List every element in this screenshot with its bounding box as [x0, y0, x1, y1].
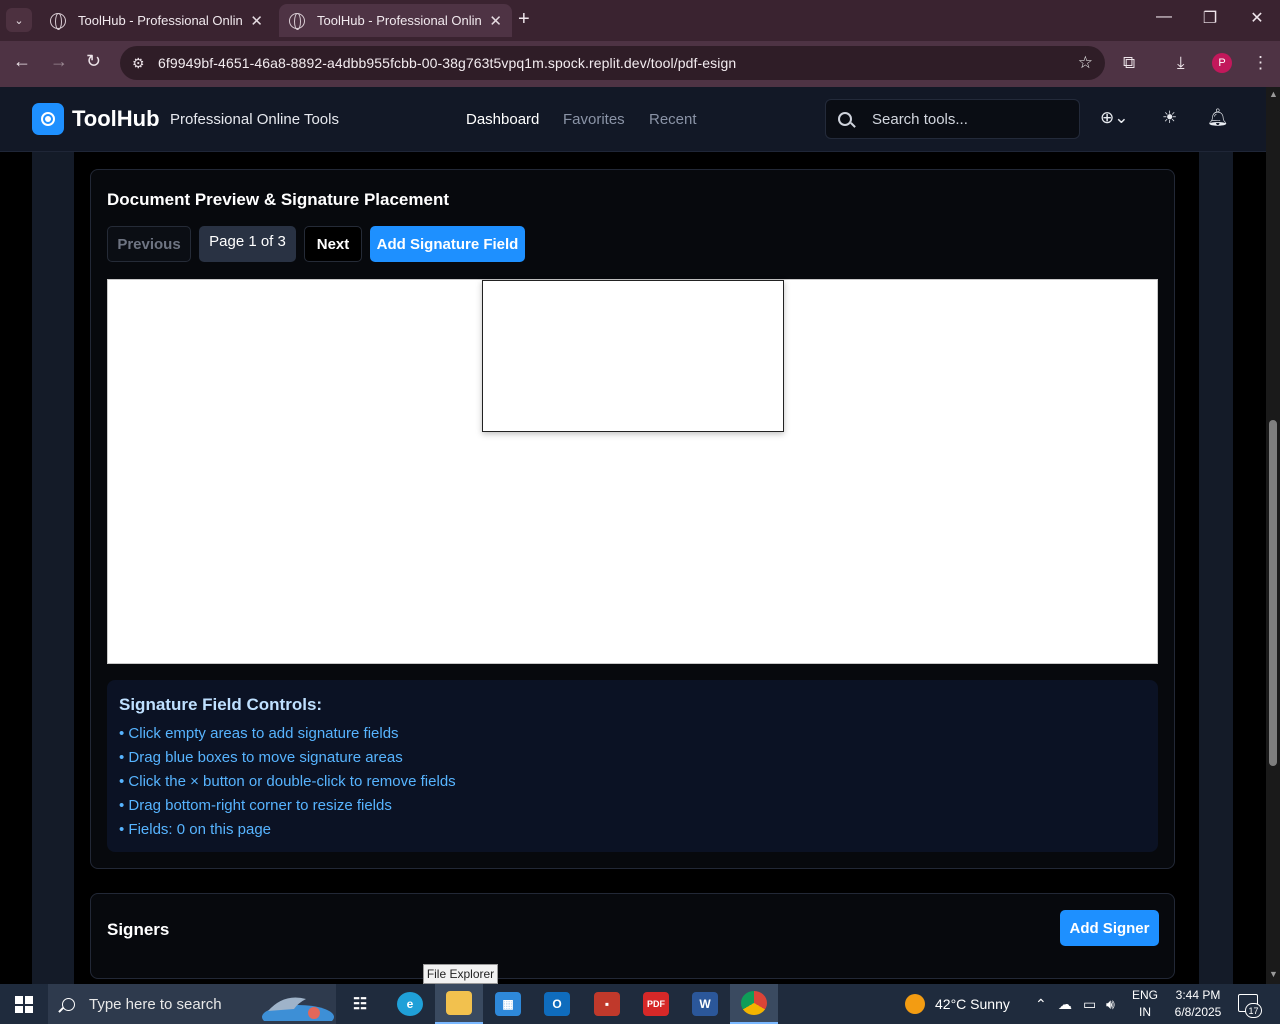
browser-tab[interactable]: ToolHub - Professional Online Tools ✕ [40, 4, 273, 37]
region-code: IN [1139, 1005, 1151, 1019]
apps-folder-icon[interactable]: ▪ [583, 984, 631, 1024]
volume-icon[interactable]: 🔊︎ [1106, 984, 1115, 1024]
language-indicator[interactable]: ENG IN [1126, 987, 1164, 1021]
file-explorer-icon[interactable] [435, 984, 483, 1024]
address-bar[interactable]: ⚙ 6f9949bf-4651-46a8-8892-a4dbb955fcbb-0… [120, 46, 1105, 80]
signers-card: Signers Add Signer [90, 893, 1175, 979]
close-tab-icon[interactable]: ✕ [489, 12, 502, 30]
outlook-icon[interactable]: O [533, 984, 581, 1024]
microsoft-store-icon[interactable]: ▦ [484, 984, 532, 1024]
controls-item: • Click empty areas to add signature fie… [119, 725, 399, 742]
document-canvas[interactable] [107, 279, 1158, 664]
controls-item: • Click the × button or double-click to … [119, 773, 456, 790]
search-highlight-dolphin-icon [262, 997, 334, 1021]
tray-overflow-icon[interactable]: ⌃ [1035, 984, 1047, 1024]
clock-time: 3:44 PM [1175, 988, 1221, 1002]
url-text[interactable]: 6f9949bf-4651-46a8-8892-a4dbb955fcbb-00-… [158, 55, 736, 71]
task-view-icon[interactable]: ☷ [336, 984, 384, 1024]
extensions-icon[interactable]: ⧉ [1123, 53, 1135, 73]
weather-sun-icon [905, 994, 925, 1014]
scrollbar-thumb[interactable] [1269, 420, 1277, 766]
windows-start-icon[interactable] [15, 996, 33, 1013]
app-header: ToolHub Professional Online Tools Dashbo… [0, 87, 1266, 152]
previous-page-button[interactable]: Previous [107, 226, 191, 262]
search-icon [62, 997, 75, 1011]
pdf-app-icon[interactable]: PDF [632, 984, 680, 1024]
restore-icon[interactable]: ❐ [1187, 8, 1233, 28]
nav-favorites[interactable]: Favorites [563, 111, 625, 128]
site-info-icon[interactable]: ⚙ [132, 55, 152, 72]
search-icon [838, 112, 852, 126]
theme-toggle-sun-icon[interactable]: ☀ [1162, 108, 1177, 128]
browser-tabbar: ⌄ ToolHub - Professional Online Tools ✕ … [0, 0, 1280, 41]
onedrive-icon[interactable]: ☁ [1058, 984, 1072, 1024]
bookmark-star-icon[interactable]: ☆ [1078, 53, 1093, 73]
controls-title: Signature Field Controls: [119, 695, 323, 714]
taskbar-search-placeholder: Type here to search [89, 995, 222, 1013]
controls-item: • Drag blue boxes to move signature area… [119, 749, 403, 766]
controls-item: • Drag bottom-right corner to resize fie… [119, 797, 392, 814]
weather-text: 42°C Sunny [935, 996, 1010, 1012]
scroll-up-icon[interactable]: ▲ [1269, 89, 1278, 99]
add-signature-field-button[interactable]: Add Signature Field [370, 226, 525, 262]
globe-icon [50, 12, 66, 30]
globe-icon [289, 12, 305, 30]
next-page-button[interactable]: Next [304, 226, 362, 262]
edge-icon[interactable]: e [386, 984, 434, 1024]
page-content: Document Preview & Signature Placement P… [0, 152, 1266, 984]
right-gutter [1199, 152, 1233, 984]
window-close-icon[interactable]: ✕ [1234, 8, 1280, 28]
page-scrollbar[interactable]: ▲ ▼ [1266, 87, 1280, 984]
browser-menu-icon[interactable]: ⋮ [1252, 53, 1269, 73]
new-tab-icon[interactable]: + [518, 8, 530, 31]
word-icon[interactable]: W [681, 984, 729, 1024]
language-globe-icon[interactable]: ⊕⌄ [1100, 108, 1129, 128]
scroll-down-icon[interactable]: ▼ [1269, 969, 1278, 979]
chrome-icon[interactable] [730, 984, 778, 1024]
toolhub-logo-icon[interactable] [32, 103, 64, 135]
signers-title: Signers [107, 920, 170, 939]
clock-date: 6/8/2025 [1174, 1005, 1222, 1019]
download-icon[interactable]: ⤓ [1177, 53, 1185, 73]
search-input[interactable]: Search tools... [825, 99, 1080, 139]
page-indicator: Page 1 of 3 [199, 226, 296, 262]
forward-icon[interactable]: → [50, 51, 68, 72]
tab-title: ToolHub - Professional Online Tools [78, 13, 243, 28]
nav-dashboard[interactable]: Dashboard [466, 111, 539, 128]
tab-search-chevron-icon[interactable]: ⌄ [6, 8, 32, 32]
search-placeholder: Search tools... [872, 110, 968, 128]
signature-field-controls: Signature Field Controls: • Click empty … [107, 680, 1158, 852]
back-icon[interactable]: ← [13, 51, 31, 72]
nav-recent[interactable]: Recent [649, 111, 697, 128]
left-gutter [32, 152, 74, 984]
minimize-icon[interactable]: — [1141, 8, 1187, 26]
notifications-bell-icon[interactable]: 🔔︎ [1207, 108, 1229, 128]
taskbar-tooltip: File Explorer [423, 964, 498, 984]
pdf-page-preview[interactable] [482, 280, 784, 432]
language-code: ENG [1131, 988, 1158, 1002]
tab-title: ToolHub - Professional Online Tools [317, 13, 482, 28]
document-preview-card: Document Preview & Signature Placement P… [90, 169, 1175, 869]
card-title: Document Preview & Signature Placement [107, 190, 449, 209]
browser-toolbar: ← → ↻ ⚙ 6f9949bf-4651-46a8-8892-a4dbb955… [0, 41, 1280, 87]
close-tab-icon[interactable]: ✕ [250, 12, 263, 30]
page-margin [0, 152, 32, 984]
system-clock[interactable]: 3:44 PM 6/8/2025 [1170, 987, 1226, 1021]
browser-tab-active[interactable]: ToolHub - Professional Online Tools ✕ [279, 4, 512, 37]
windows-taskbar: Type here to search ☷ e ▦ O ▪ PDF W 42°C… [0, 984, 1280, 1024]
reload-icon[interactable]: ↻ [86, 51, 101, 72]
notification-count: 17 [1245, 1003, 1262, 1018]
add-signer-button[interactable]: Add Signer [1060, 910, 1159, 946]
brand-tagline: Professional Online Tools [170, 111, 339, 128]
brand-name[interactable]: ToolHub [72, 106, 160, 132]
profile-avatar[interactable]: P [1212, 53, 1232, 73]
field-count: • Fields: 0 on this page [119, 821, 272, 838]
network-icon[interactable]: ▭ [1083, 984, 1096, 1024]
weather-widget[interactable]: 42°C Sunny [905, 984, 1010, 1024]
